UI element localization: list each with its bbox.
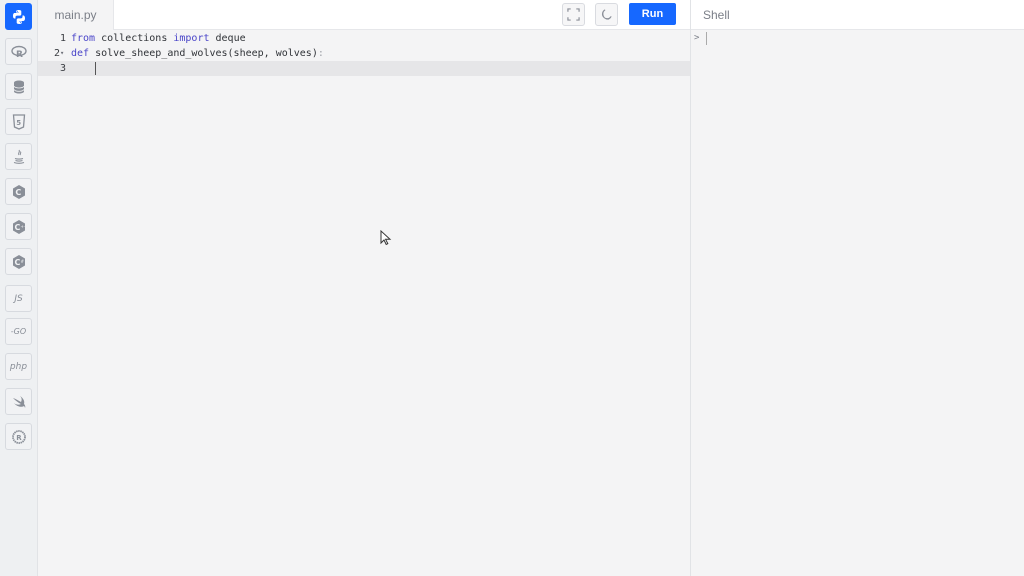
svg-text:5: 5 bbox=[16, 119, 21, 127]
php-label: php bbox=[9, 361, 28, 372]
keyword: from bbox=[71, 33, 96, 44]
mouse-pointer-icon bbox=[380, 230, 392, 246]
lang-java-button[interactable] bbox=[5, 143, 32, 170]
lang-csharp-button[interactable]: C # bbox=[5, 248, 32, 275]
svg-text:R: R bbox=[16, 50, 23, 60]
line-number: 2 bbox=[53, 48, 60, 59]
shell-cursor bbox=[706, 32, 707, 45]
fold-chevron-icon[interactable]: ▾ bbox=[60, 46, 64, 61]
run-button[interactable]: Run bbox=[629, 3, 676, 25]
online-compiler: R 5 C C ++ C # JS -GO php R main.py Run … bbox=[0, 0, 1024, 576]
dark-mode-toggle[interactable] bbox=[595, 3, 618, 26]
java-icon bbox=[13, 149, 24, 164]
lang-sql-button[interactable] bbox=[5, 73, 32, 100]
svg-text:R: R bbox=[16, 434, 22, 442]
svg-text:C: C bbox=[14, 258, 20, 267]
lang-c-button[interactable]: C bbox=[5, 178, 32, 205]
code-text: from collections import deque bbox=[71, 31, 246, 46]
lang-php-button[interactable]: php bbox=[5, 353, 32, 380]
lang-rust-button[interactable]: R bbox=[5, 423, 32, 450]
code-token: solve_sheep_and_wolves(sheep, wolves) bbox=[89, 48, 318, 59]
keyword: import bbox=[173, 33, 210, 44]
swift-icon bbox=[12, 395, 25, 408]
lang-html-button[interactable]: 5 bbox=[5, 108, 32, 135]
code-line: 2 ▾ def solve_sheep_and_wolves(sheep, wo… bbox=[38, 46, 690, 61]
r-icon: R bbox=[10, 45, 27, 60]
lang-swift-button[interactable] bbox=[5, 388, 32, 415]
lang-r-button[interactable]: R bbox=[5, 38, 32, 65]
database-icon bbox=[13, 80, 24, 93]
shell-output[interactable]: > bbox=[691, 31, 1024, 576]
python-icon bbox=[12, 9, 25, 24]
go-label: -GO bbox=[10, 327, 27, 336]
lang-javascript-button[interactable]: JS bbox=[5, 285, 32, 312]
csharp-icon: C # bbox=[12, 254, 25, 269]
cpp-icon: C ++ bbox=[12, 219, 27, 234]
file-tab-main-py[interactable]: main.py bbox=[38, 0, 114, 30]
line-number: 1 bbox=[59, 33, 66, 44]
code-token: deque bbox=[209, 33, 246, 44]
svg-text:++: ++ bbox=[20, 224, 27, 229]
javascript-label: JS bbox=[14, 293, 23, 304]
c-icon: C bbox=[12, 184, 25, 199]
moon-icon bbox=[601, 9, 612, 20]
fullscreen-icon bbox=[567, 8, 580, 21]
code-line-active: 3 bbox=[38, 61, 690, 76]
html5-icon: 5 bbox=[12, 113, 25, 130]
language-sidebar: R 5 C C ++ C # JS -GO php R bbox=[0, 0, 38, 576]
keyword: def bbox=[71, 48, 90, 59]
code-line: 1 from collections import deque bbox=[38, 31, 690, 46]
fullscreen-button[interactable] bbox=[562, 3, 585, 26]
shell-title: Shell bbox=[703, 8, 730, 22]
lang-python-button[interactable] bbox=[5, 3, 32, 30]
code-text: def solve_sheep_and_wolves(sheep, wolves… bbox=[71, 46, 324, 61]
svg-text:C: C bbox=[15, 188, 21, 197]
lang-go-button[interactable]: -GO bbox=[5, 318, 32, 345]
rust-icon: R bbox=[11, 429, 26, 444]
editor-toolbar: main.py Run bbox=[38, 0, 690, 30]
code-token: : bbox=[317, 48, 324, 59]
shell-header: Shell bbox=[691, 0, 1024, 30]
shell-prompt: > bbox=[694, 33, 700, 43]
lang-cpp-button[interactable]: C ++ bbox=[5, 213, 32, 240]
line-number: 3 bbox=[59, 63, 66, 74]
code-editor[interactable]: 1 from collections import deque 2 ▾ def … bbox=[38, 31, 690, 576]
code-token: collections bbox=[95, 33, 174, 44]
text-cursor bbox=[95, 62, 96, 75]
